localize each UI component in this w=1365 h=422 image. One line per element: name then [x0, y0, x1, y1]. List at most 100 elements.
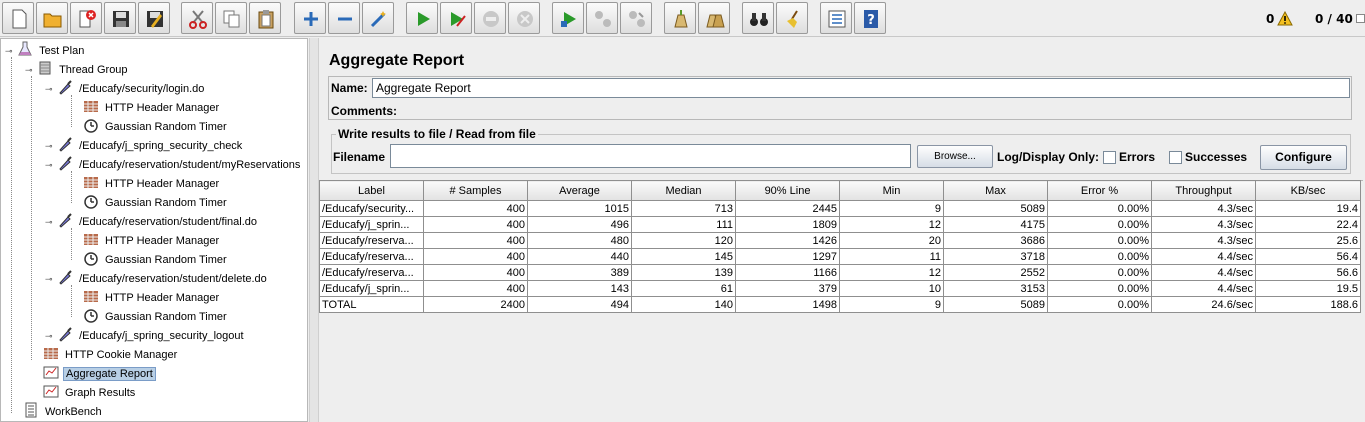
expand-button[interactable] [294, 2, 326, 34]
tree-item-header-manager[interactable]: HTTP Header Manager [83, 174, 221, 192]
table-cell: 1498 [735, 296, 840, 313]
cut-button[interactable] [181, 2, 213, 34]
table-cell: 4.3/sec [1151, 216, 1256, 233]
tree-item-sampler[interactable]: ⊸ /Educafy/j_spring_security_check [45, 136, 244, 154]
filename-label: Filename [333, 150, 386, 164]
table-row[interactable]: /Educafy/j_sprin... 400 143 61 379 10 3153 0.00… [319, 280, 1361, 297]
tree-item-sampler[interactable]: ⊸ /Educafy/reservation/student/myReserva… [45, 155, 302, 173]
search-button[interactable] [742, 2, 774, 34]
collapse-toggle-icon[interactable]: ⊸ [45, 275, 54, 284]
collapse-button[interactable] [328, 2, 360, 34]
save-button[interactable] [104, 2, 136, 34]
table-cell: 120 [631, 232, 736, 249]
stop-button[interactable] [474, 2, 506, 34]
collapse-toggle-icon[interactable]: ⊸ [45, 332, 54, 341]
successes-label: Successes [1185, 150, 1248, 164]
tree-item-timer[interactable]: Gaussian Random Timer [83, 307, 229, 325]
open-button[interactable] [70, 2, 102, 34]
column-header[interactable]: Error % [1047, 180, 1152, 201]
tree-item-graph-results[interactable]: Graph Results [43, 383, 137, 401]
browse-button[interactable]: Browse... [917, 145, 993, 168]
collapse-toggle-icon[interactable]: ⊸ [25, 66, 34, 75]
errors-checkbox[interactable] [1103, 151, 1116, 164]
test-plan-tree: ⊸ Test Plan ⊸ Thread Group ⊸ /Educafy/se… [0, 38, 308, 422]
tree-item-sampler[interactable]: ⊸ /Educafy/j_spring_security_logout [45, 326, 246, 344]
start-no-pause-button[interactable] [440, 2, 472, 34]
collapse-toggle-icon[interactable]: ⊸ [45, 142, 54, 151]
table-cell: 400 [423, 264, 528, 281]
header-manager-icon [84, 291, 98, 302]
tree-item-cookie-manager[interactable]: HTTP Cookie Manager [43, 345, 179, 363]
tree-item-thread-group[interactable]: ⊸ Thread Group [25, 60, 130, 78]
remote-start-button[interactable] [552, 2, 584, 34]
clear-button[interactable] [664, 2, 696, 34]
pipette-icon [59, 327, 72, 342]
templates-button[interactable] [36, 2, 68, 34]
column-header[interactable]: Max [943, 180, 1048, 201]
tree-item-header-manager[interactable]: HTTP Header Manager [83, 231, 221, 249]
tree-item-workbench[interactable]: WorkBench [23, 402, 104, 420]
tree-item-sampler[interactable]: ⊸ /Educafy/security/login.do [45, 79, 206, 97]
collapse-toggle-icon[interactable]: ⊸ [45, 85, 54, 94]
split-pane-divider[interactable] [309, 38, 319, 422]
filename-field[interactable] [390, 144, 911, 168]
header-manager-icon [84, 234, 98, 245]
new-button[interactable] [2, 2, 34, 34]
play-no-pause-icon [451, 12, 466, 27]
reset-search-button[interactable] [776, 2, 808, 34]
toggle-button[interactable] [362, 2, 394, 34]
table-row[interactable]: /Educafy/j_sprin... 400 496 111 1809 12 4175 0.… [319, 216, 1361, 233]
column-header[interactable]: Min [839, 180, 944, 201]
column-header[interactable]: # Samples [423, 180, 528, 201]
table-cell: 24.6/sec [1151, 296, 1256, 313]
successes-checkbox[interactable] [1169, 151, 1182, 164]
column-header[interactable]: Throughput [1151, 180, 1256, 201]
shutdown-button[interactable] [508, 2, 540, 34]
tree-item-timer[interactable]: Gaussian Random Timer [83, 117, 229, 135]
table-cell: 0.00% [1047, 248, 1152, 265]
help-button[interactable]: ? [854, 2, 886, 34]
table-cell: 2400 [423, 296, 528, 313]
report-icon [43, 366, 59, 379]
table-row[interactable]: /Educafy/reserva... 400 480 120 1426 20 3686 0.… [319, 232, 1361, 249]
table-cell: 0.00% [1047, 232, 1152, 249]
start-button[interactable] [406, 2, 438, 34]
table-cell: 56.4 [1255, 248, 1361, 265]
column-header[interactable]: Median [631, 180, 736, 201]
remote-shutdown-button[interactable] [620, 2, 652, 34]
name-field[interactable]: Aggregate Report [372, 78, 1350, 98]
collapse-toggle-icon[interactable]: ⊸ [45, 218, 54, 227]
copy-button[interactable] [215, 2, 247, 34]
column-header[interactable]: KB/sec [1255, 180, 1361, 201]
table-cell: 22.4 [1255, 216, 1361, 233]
save-as-button[interactable] [138, 2, 170, 34]
tree-item-header-manager[interactable]: HTTP Header Manager [83, 288, 221, 306]
column-header[interactable]: Label [319, 180, 424, 201]
table-cell: 56.6 [1255, 264, 1361, 281]
table-cell: 5089 [943, 200, 1048, 217]
table-row[interactable]: TOTAL 2400 494 140 1498 9 5089 0.00% 24.6/sec 188… [319, 296, 1361, 313]
table-header-row: Label # Samples Average Median 90% Line … [319, 180, 1361, 201]
tree-item-header-manager[interactable]: HTTP Header Manager [83, 98, 221, 116]
table-cell: /Educafy/reserva... [319, 264, 424, 281]
table-row[interactable]: /Educafy/reserva... 400 389 139 1166 12 2552 0.… [319, 264, 1361, 281]
tree-item-test-plan[interactable]: ⊸ Test Plan [5, 41, 86, 59]
tree-item-timer[interactable]: Gaussian Random Timer [83, 250, 229, 268]
clear-all-button[interactable] [698, 2, 730, 34]
table-row[interactable]: /Educafy/reserva... 400 440 145 1297 11 3718 0.… [319, 248, 1361, 265]
column-header[interactable]: 90% Line [735, 180, 840, 201]
collapse-toggle-icon[interactable]: ⊸ [45, 161, 54, 170]
table-row[interactable]: /Educafy/security... 400 1015 713 2445 9 5089 0… [319, 200, 1361, 217]
table-cell: /Educafy/reserva... [319, 248, 424, 265]
tree-item-timer[interactable]: Gaussian Random Timer [83, 193, 229, 211]
collapse-toggle-icon[interactable]: ⊸ [5, 47, 14, 56]
column-header[interactable]: Average [527, 180, 632, 201]
configure-button[interactable]: Configure [1260, 145, 1347, 170]
tree-item-sampler[interactable]: ⊸ /Educafy/reservation/student/final.do [45, 212, 259, 230]
remote-stop-button[interactable] [586, 2, 618, 34]
tree-item-aggregate-report[interactable]: Aggregate Report [43, 364, 156, 382]
tree-item-sampler[interactable]: ⊸ /Educafy/reservation/student/delete.do [45, 269, 269, 287]
function-helper-button[interactable] [820, 2, 852, 34]
paste-button[interactable] [249, 2, 281, 34]
table-cell: 480 [527, 232, 632, 249]
